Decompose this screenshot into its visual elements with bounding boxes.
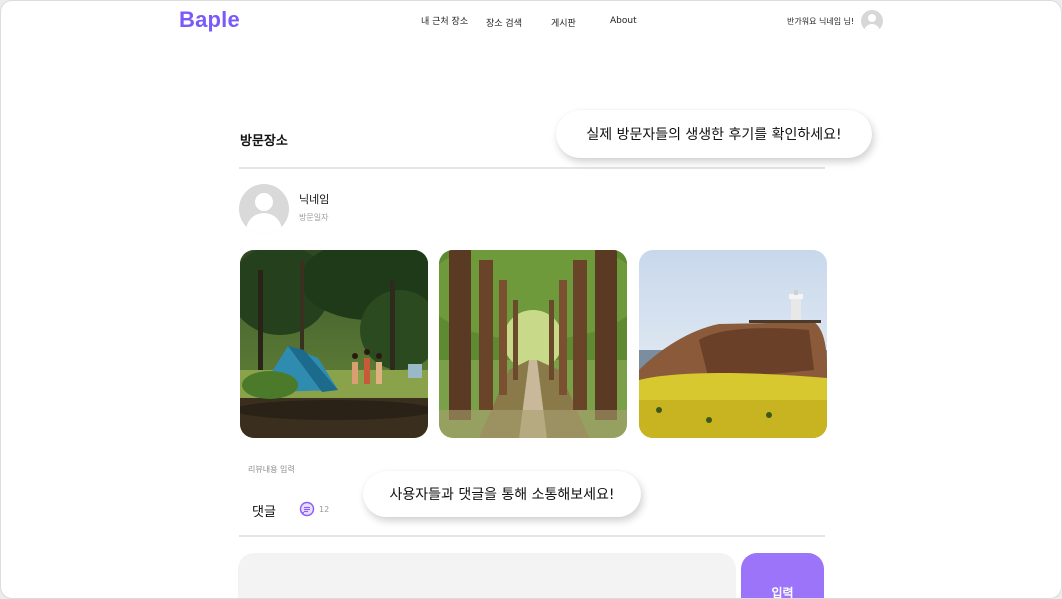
section-divider [239,167,825,169]
submit-button[interactable]: 입력 [741,553,824,598]
photo-camping[interactable] [240,250,428,438]
nav-about[interactable]: About [610,16,637,26]
user-greeting: 반가워요 닉네임 님! [787,17,855,26]
reviews-callout: 실제 방문자들의 생생한 후기를 확인하세요! [556,110,872,158]
comments-divider [239,535,825,537]
nav-board[interactable]: 게시판 [551,16,576,29]
avatar-body [246,213,282,234]
baple-logo[interactable]: Baple [179,7,240,33]
chat-bubble-icon[interactable] [299,501,315,517]
app-frame: Baple 내 근처 장소 장소 검색 게시판 About 반가워요 닉네임 님… [0,0,1062,599]
nav-place-search[interactable]: 장소 검색 [486,16,522,29]
section-title: 방문장소 [240,134,288,149]
photo-forest-path[interactable] [439,250,627,438]
photo-coastal-hill[interactable] [639,250,827,438]
user-avatar[interactable] [861,10,883,32]
coastal-hill-photo-graphic [639,250,827,438]
comments-callout: 사용자들과 댓글을 통해 소통해보세요! [363,471,641,517]
avatar-head [255,193,273,211]
author-avatar [239,184,289,234]
forest-path-photo-graphic [439,250,627,438]
nav-nearby-places[interactable]: 내 근처 장소 [421,14,468,27]
author-nickname: 닉네임 [299,193,330,206]
comment-input[interactable] [238,553,736,598]
avatar-head [868,14,876,22]
avatar-body [864,24,880,32]
visit-date-label: 방문일자 [299,213,329,222]
comment-count: 12 [319,505,330,514]
comments-label: 댓글 [252,505,276,520]
camping-photo-graphic [240,250,428,438]
review-input-placeholder[interactable]: 리뷰내용 입력 [248,464,295,475]
